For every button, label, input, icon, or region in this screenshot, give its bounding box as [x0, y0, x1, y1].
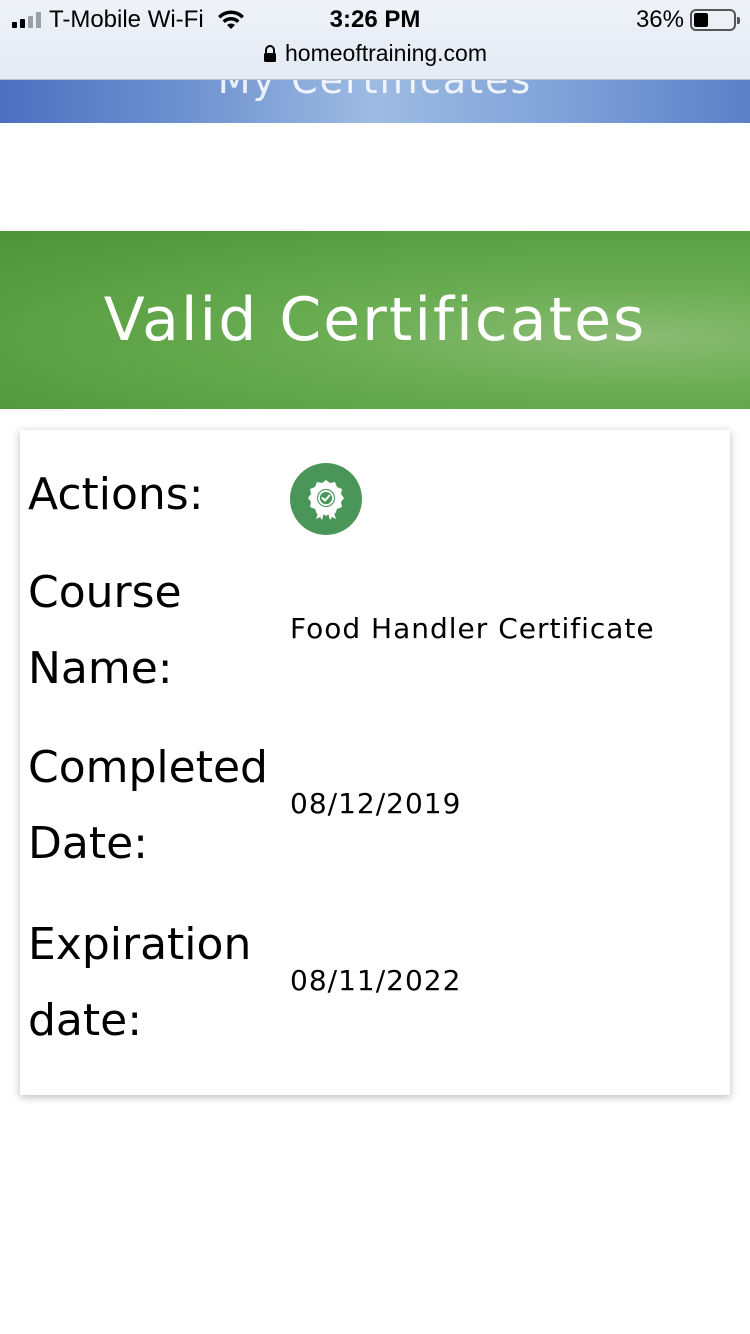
actions-row: Actions: [20, 457, 730, 537]
completed-date-value: 08/12/2019 [290, 787, 462, 820]
battery-percent: 36% [635, 6, 684, 33]
course-name-value: Food Handler Certificate [290, 612, 655, 645]
view-certificate-button[interactable] [290, 463, 362, 535]
banner-title: My Certificates [217, 80, 533, 102]
certificate-card: Actions: Course Name: Food Handler Certi… [20, 430, 730, 1095]
lock-icon [264, 44, 276, 62]
ios-status-bar: T-Mobile Wi-Fi 3:26 PM 36% homeoftrainin… [0, 0, 750, 80]
section-header: Valid Certificates [0, 231, 750, 409]
actions-label: Actions: [28, 469, 204, 520]
expiration-date-label-line2: date: [28, 995, 143, 1046]
certificate-badge-icon [308, 480, 344, 520]
course-name-label-line1: Course [28, 567, 182, 618]
course-name-label-line2: Name: [28, 643, 173, 694]
expiration-date-value: 08/11/2022 [290, 964, 462, 997]
page-banner: My Certificates [0, 80, 750, 123]
completed-date-row: Completed Date: 08/12/2019 [20, 730, 730, 882]
section-title: Valid Certificates [103, 285, 647, 355]
battery-indicator: 36% [635, 6, 740, 34]
course-name-row: Course Name: Food Handler Certificate [20, 555, 730, 707]
completed-date-label-line2: Date: [28, 818, 148, 869]
completed-date-label-line1: Completed [28, 742, 268, 793]
url-text: homeoftraining.com [285, 40, 487, 66]
expiration-date-row: Expiration date: 08/11/2022 [20, 907, 730, 1059]
expiration-date-label-line1: Expiration [28, 919, 252, 970]
address-bar[interactable]: homeoftraining.com [0, 40, 750, 67]
battery-icon [690, 9, 740, 31]
